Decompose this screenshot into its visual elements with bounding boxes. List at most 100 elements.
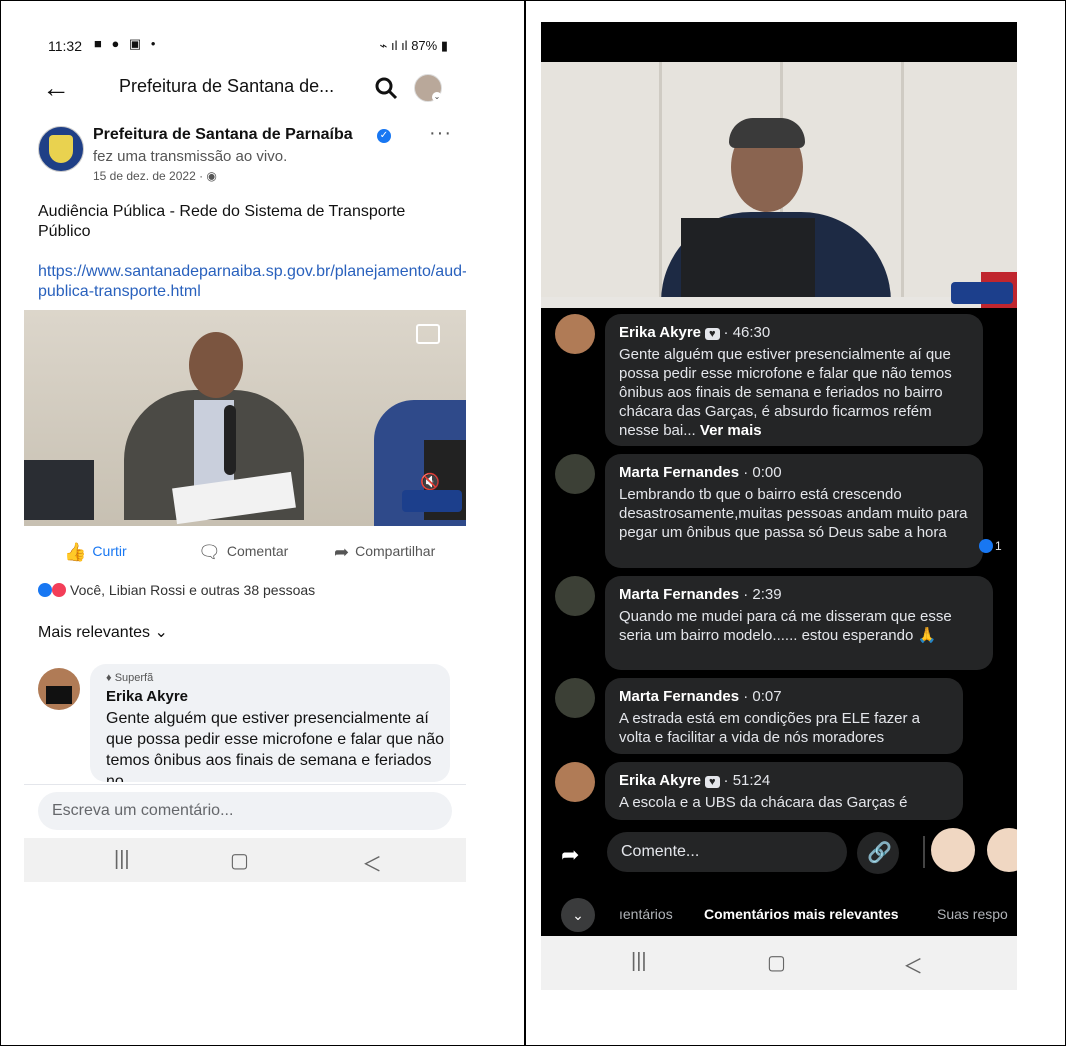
- status-bar: 11:32 ■ ● ▣ • ⌁ ıl ıl 87% ▮: [24, 22, 466, 68]
- post-page-name[interactable]: Prefeitura de Santana de Parnaíba: [93, 126, 353, 144]
- comment-filter-tabs: ⌄ ıentários Comentários mais relevantes …: [541, 894, 1017, 934]
- broadcaster-logo: [402, 490, 462, 512]
- reactions-summary[interactable]: Você, Libian Rossi e outras 38 pessoas: [38, 582, 315, 598]
- comment-bubble: Erika Akyre ♥ · 46:30 Gente alguém que est…: [605, 314, 983, 446]
- back-nav-icon[interactable]: ＜: [362, 848, 382, 877]
- comment-text: Gente alguém que estiver presencialmente…: [619, 345, 971, 440]
- left-phone-screen: 11:32 ■ ● ▣ • ⌁ ıl ıl 87% ▮ ← Prefeitura…: [24, 22, 466, 882]
- comment-composer: ➦ Comente... ☺ 🔗: [541, 826, 1017, 880]
- recent-apps-icon[interactable]: |||: [631, 950, 647, 973]
- globe-icon: ◉: [206, 169, 217, 183]
- share-button[interactable]: ➦ Compartilhar: [334, 542, 435, 563]
- commenter-avatar[interactable]: [555, 678, 595, 718]
- commenter-avatar[interactable]: [38, 668, 80, 710]
- comment-bubble: ♦ Superfã Erika Akyre Gente alguém que e…: [90, 664, 450, 782]
- post-date-text: 15 de dez. de 2022 ·: [93, 169, 207, 183]
- comment-bubble: Erika Akyre ♥ · 51:24 A escola e a UBS da …: [605, 762, 963, 820]
- like-label: Curtir: [92, 543, 127, 559]
- share-arrow-icon[interactable]: ➦: [561, 842, 579, 868]
- comment-bubble: Marta Fernandes · 0:00 Lembrando tb que …: [605, 454, 983, 568]
- comment-header: Marta Fernandes · 0:00: [619, 464, 782, 481]
- avatar-detail: [46, 686, 72, 704]
- commenter-name[interactable]: Marta Fernandes: [619, 688, 739, 705]
- comment-input[interactable]: Comente... ☺: [607, 832, 897, 872]
- post-link[interactable]: https://www.santanadeparnaiba.sp.gov.br/…: [38, 262, 466, 302]
- right-phone-screen: Erika Akyre ♥ · 46:30 Gente alguém que est…: [541, 22, 1017, 936]
- back-nav-icon[interactable]: ＜: [903, 950, 923, 979]
- chevron-down-icon[interactable]: ⌄: [561, 898, 595, 932]
- reactions-text: Você, Libian Rossi e outras 38 pessoas: [70, 582, 316, 598]
- commenter-avatar[interactable]: [555, 454, 595, 494]
- comment-timestamp[interactable]: · 46:30: [724, 324, 771, 341]
- post-date[interactable]: 15 de dez. de 2022 · ◉: [93, 169, 217, 183]
- live-video[interactable]: 🔇: [24, 310, 466, 526]
- comment-text: A estrada está em condições pra ELE faze…: [619, 710, 921, 746]
- broadcaster-logo: [951, 282, 1013, 304]
- commenter-avatar[interactable]: [555, 314, 595, 354]
- sort-label: Mais relevantes: [38, 624, 151, 641]
- tab-most-relevant[interactable]: Comentários mais relevantes: [704, 906, 899, 922]
- commenter-avatar[interactable]: [555, 576, 595, 616]
- page-header: ← Prefeitura de Santana de... ⌄: [24, 70, 466, 110]
- avatar-separator: [923, 836, 925, 868]
- search-icon[interactable]: [374, 76, 398, 100]
- comment-label: Comentar: [226, 543, 289, 559]
- home-icon[interactable]: ▢: [230, 848, 249, 873]
- comment-composer: Escreva um comentário...: [24, 784, 466, 837]
- expand-video-icon[interactable]: [416, 324, 440, 344]
- sort-dropdown[interactable]: Mais relevantes ⌄: [38, 622, 168, 642]
- comment-header: Erika Akyre ♥ · 51:24: [619, 772, 770, 789]
- commenter-name[interactable]: Erika Akyre: [106, 688, 188, 705]
- like-button[interactable]: 👍 Curtir: [64, 542, 127, 563]
- tab-comments[interactable]: ıentários: [619, 906, 673, 922]
- commenter-name[interactable]: Marta Fernandes: [619, 464, 739, 481]
- comment-text-body: Gente alguém que estiver presencialmente…: [619, 346, 952, 439]
- commenter-name[interactable]: Marta Fernandes: [619, 586, 739, 603]
- back-arrow-icon[interactable]: ←: [42, 72, 70, 104]
- thumbs-up-icon: 👍: [64, 542, 87, 562]
- like-count: 1: [995, 539, 1002, 553]
- comment-timestamp[interactable]: · 0:00: [743, 464, 781, 481]
- comment-timestamp[interactable]: · 0:07: [743, 688, 781, 705]
- comment-timestamp[interactable]: · 2:39: [743, 586, 781, 603]
- recent-apps-icon[interactable]: |||: [114, 848, 130, 871]
- comment-header: Marta Fernandes · 2:39: [619, 586, 782, 603]
- comment-text: A escola e a UBS da chácara das Garças é: [619, 794, 908, 811]
- comment-button[interactable]: 🗨 Comentar: [198, 542, 288, 563]
- panel-divider: [524, 0, 526, 1046]
- comment-text: Lembrando tb que o bairro está crescendo…: [619, 486, 968, 541]
- muted-speaker-icon[interactable]: 🔇: [420, 472, 440, 492]
- video-speaker-hair: [729, 118, 805, 148]
- comment-header: Erika Akyre ♥ · 46:30: [619, 324, 770, 341]
- page-avatar[interactable]: [38, 126, 84, 172]
- superfan-diamond-icon: ♥: [705, 328, 720, 340]
- commenter-name[interactable]: Erika Akyre: [619, 772, 701, 789]
- love-reaction-icon: [52, 583, 66, 597]
- city-crest-icon: [49, 135, 73, 163]
- comment-header: Marta Fernandes · 0:07: [619, 688, 782, 705]
- superfan-badge: ♦ Superfã: [106, 672, 153, 684]
- avatar-sticker-1[interactable]: [931, 828, 975, 872]
- video-laptop: [681, 218, 815, 308]
- android-nav-bar: ||| ▢ ＜: [24, 838, 466, 882]
- more-options-icon[interactable]: ···: [429, 122, 452, 145]
- chevron-down-icon: ⌄: [432, 92, 442, 102]
- live-video-fullscreen[interactable]: [541, 62, 1017, 308]
- notification-icons: ■ ● ▣ •: [94, 36, 159, 51]
- comment-like-count[interactable]: 1: [979, 539, 1002, 553]
- home-icon[interactable]: ▢: [767, 950, 786, 975]
- battery-icon: ▮: [440, 38, 448, 53]
- comment-placeholder: Comente...: [621, 843, 700, 860]
- commenter-name[interactable]: Erika Akyre: [619, 324, 701, 341]
- see-more-link[interactable]: Ver mais: [700, 422, 762, 439]
- comment-timestamp[interactable]: · 51:24: [724, 772, 771, 789]
- tab-your-replies[interactable]: Suas respo: [937, 906, 1008, 922]
- video-table: [541, 297, 1017, 308]
- comment-input[interactable]: Escreva um comentário...: [38, 792, 452, 830]
- commenter-avatar[interactable]: [555, 762, 595, 802]
- link-button[interactable]: 🔗: [857, 832, 899, 874]
- like-reaction-icon: [38, 583, 52, 597]
- post-actions: 👍 Curtir 🗨 Comentar ➦ Compartilhar: [24, 534, 466, 568]
- post-action: fez uma transmissão ao vivo.: [93, 148, 288, 165]
- avatar-sticker-2[interactable]: [987, 828, 1017, 872]
